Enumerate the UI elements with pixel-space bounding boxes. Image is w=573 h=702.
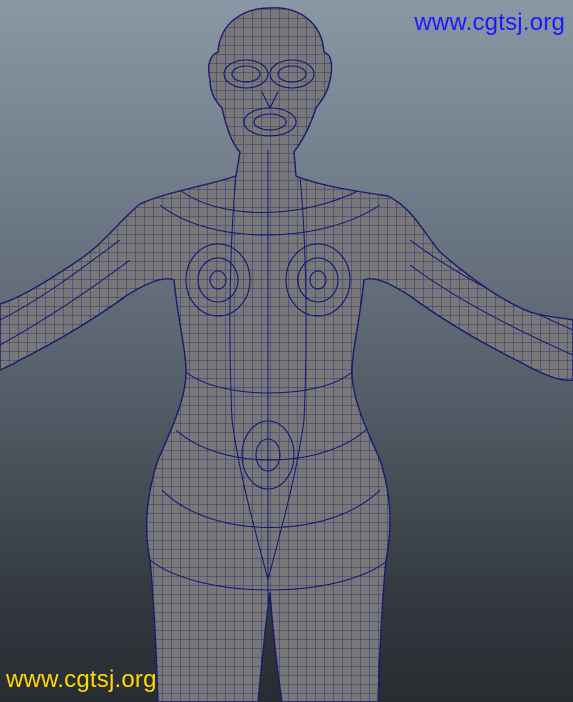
body-mesh [0,7,573,702]
watermark-bottom: www.cgtsj.org [6,666,157,693]
watermark-top: www.cgtsj.org [414,9,565,36]
3d-viewport[interactable]: www.cgtsj.org www.cgtsj.org [0,0,573,702]
wireframe-model [0,7,573,702]
